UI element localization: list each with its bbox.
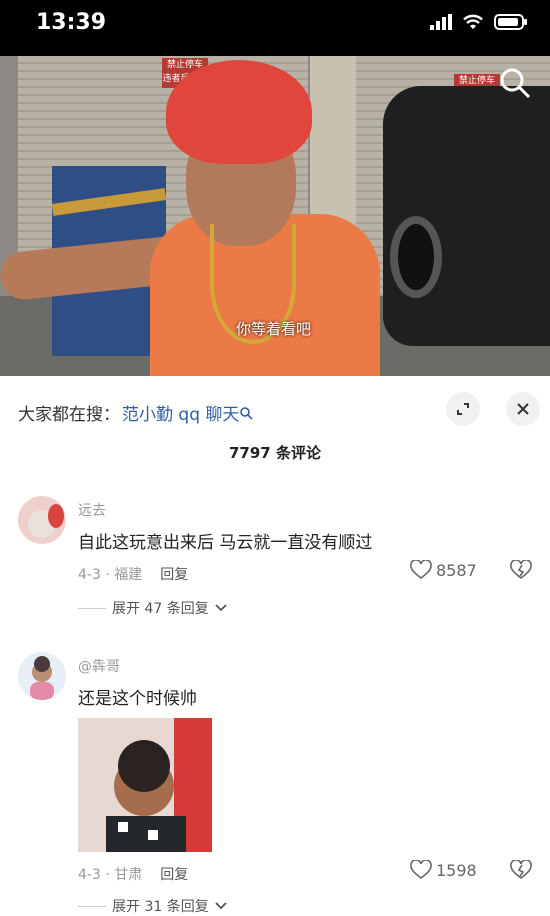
avatar[interactable]	[18, 652, 66, 700]
search-icon[interactable]	[498, 66, 532, 100]
search-icon	[240, 406, 253, 420]
status-bar: 13:39	[0, 0, 550, 56]
comment-username[interactable]: 远去	[78, 500, 106, 520]
expand-icon	[457, 403, 469, 415]
comment-image[interactable]	[78, 718, 212, 852]
person-hair	[166, 60, 312, 164]
comment-date: 4-3 · 甘肃	[78, 867, 143, 883]
avatar-image	[30, 656, 54, 700]
heart-icon	[410, 560, 432, 580]
wifi-icon	[463, 14, 483, 29]
comment-meta: 4-3 · 甘肃 回复	[78, 864, 188, 884]
child-photo	[78, 718, 212, 852]
signal-icon	[430, 14, 452, 30]
reply-button[interactable]: 回复	[160, 564, 188, 584]
expand-replies-label: 展开 31 条回复	[112, 899, 209, 915]
like-button[interactable]: 1598	[410, 860, 477, 880]
divider-line	[78, 607, 106, 609]
close-icon	[517, 403, 529, 415]
status-icons	[430, 14, 528, 30]
comment-text: 还是这个时候帅	[78, 689, 197, 709]
dislike-icon[interactable]	[510, 860, 532, 880]
dislike-icon[interactable]	[510, 560, 532, 580]
expand-replies[interactable]: 展开 47 条回复	[78, 598, 227, 618]
comment-username[interactable]: @犇哥	[78, 656, 120, 676]
comment-sheet: 大家都在搜： 范小勤 qq 聊天 7797 条评论 远去 自此这玩意出来后 马云…	[0, 376, 550, 915]
like-count: 1598	[436, 860, 477, 880]
comment-date: 4-3 · 福建	[78, 567, 143, 583]
comment-text: 自此这玩意出来后 马云就一直没有顺过	[78, 533, 373, 553]
search-suggestion-keyword[interactable]: 范小勤 qq 聊天	[122, 400, 239, 425]
expand-replies[interactable]: 展开 31 条回复	[78, 896, 227, 916]
chevron-down-icon	[215, 902, 227, 910]
parked-car	[383, 86, 550, 346]
car-wheel	[390, 216, 442, 298]
like-count: 8587	[436, 560, 477, 580]
reply-button[interactable]: 回复	[160, 864, 188, 884]
comment-count: 7797 条评论	[229, 444, 321, 462]
search-suggestion[interactable]: 大家都在搜： 范小勤 qq 聊天	[18, 400, 253, 425]
video-player[interactable]: 禁止停车 违者后果自负 禁止停车 你等着看吧	[0, 56, 550, 376]
chevron-down-icon	[215, 604, 227, 612]
battery-icon	[494, 14, 527, 30]
close-button[interactable]	[506, 392, 540, 426]
expand-button[interactable]	[446, 392, 480, 426]
expand-replies-label: 展开 47 条回复	[112, 601, 209, 617]
divider-line	[78, 905, 106, 907]
comment-meta: 4-3 · 福建 回复	[78, 564, 188, 584]
avatar-image	[28, 504, 64, 538]
video-subtitle: 你等着看吧	[236, 320, 312, 338]
status-time: 13:39	[36, 10, 107, 35]
like-button[interactable]: 8587	[410, 560, 477, 580]
search-suggestion-prefix: 大家都在搜：	[18, 405, 120, 425]
heart-icon	[410, 860, 432, 880]
avatar[interactable]	[18, 496, 66, 544]
